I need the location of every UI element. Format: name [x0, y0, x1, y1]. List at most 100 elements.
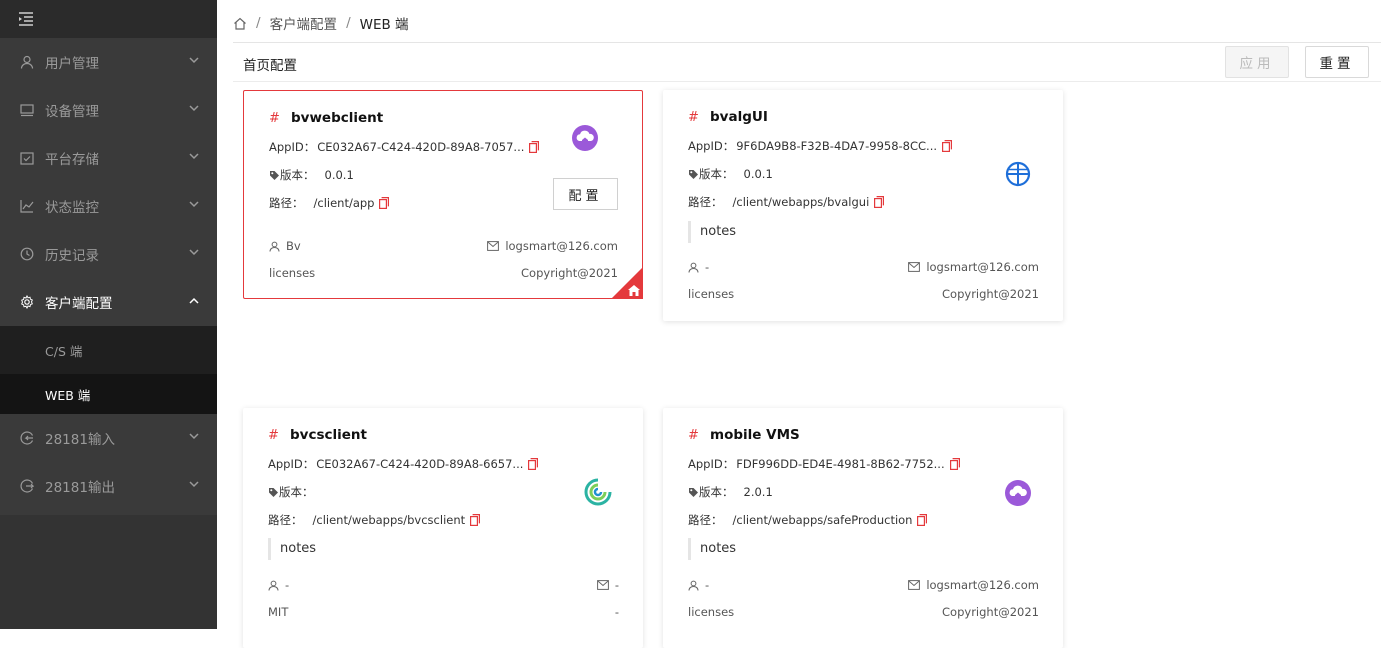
sidebar-item-user-management[interactable]: 用户管理 — [0, 38, 217, 86]
author: - — [688, 578, 709, 592]
email-value: logsmart@126.com — [926, 260, 1039, 274]
email: logsmart@126.com — [908, 578, 1039, 592]
version-row: 版本： 0.0.1 — [269, 167, 354, 183]
version-value: 0.0.1 — [743, 167, 773, 181]
appid-row: AppID： FDF996DD-ED4E-4981-8B62-7752... — [688, 456, 960, 472]
sidebar-item-label: 状态监控 — [45, 200, 99, 216]
reset-button[interactable]: 重置 — [1305, 46, 1369, 78]
sidebar-subitem-label: WEB 端 — [45, 387, 91, 403]
path-value: /client/app — [313, 196, 375, 210]
author: - — [688, 260, 709, 274]
copyright: Copyright@2021 — [942, 605, 1039, 619]
purple-cloud-home-icon — [1005, 480, 1031, 506]
hash-icon: # — [268, 428, 279, 443]
app-card[interactable]: # bvcsclient AppID： CE032A67-C424-420D-8… — [243, 408, 643, 648]
path-row: 路径： /client/webapps/bvcsclient — [268, 512, 481, 528]
hash-icon: # — [269, 111, 280, 126]
breadcrumb-level1[interactable]: 客户端配置 — [270, 13, 338, 33]
sidebar-item-28181-input[interactable]: 28181输入 — [0, 414, 217, 462]
copy-icon[interactable] — [942, 140, 953, 152]
breadcrumb-current: WEB 端 — [359, 17, 409, 33]
email-value: - — [614, 578, 619, 592]
copy-icon[interactable] — [528, 458, 539, 470]
purple-cloud-home-icon — [572, 125, 598, 151]
sidebar-item-label: 28181输入 — [45, 432, 115, 448]
notes: notes — [688, 538, 736, 560]
path-value: /client/webapps/safeProduction — [732, 513, 913, 527]
sidebar-collapse-button[interactable] — [0, 0, 217, 38]
default-home-corner-badge — [611, 267, 643, 299]
copyright: Copyright@2021 — [942, 287, 1039, 301]
breadcrumb-separator: / — [346, 15, 351, 31]
appid-label: AppID： — [269, 140, 316, 154]
license: licenses — [688, 605, 735, 619]
mail-icon — [908, 262, 921, 272]
sidebar-subitem-web[interactable]: WEB 端 — [0, 374, 217, 414]
appid-value: FDF996DD-ED4E-4981-8B62-7752... — [736, 457, 945, 471]
version-label: 版本： — [279, 485, 314, 499]
chevron-down-icon — [189, 201, 199, 208]
version-row: 版本： 0.0.1 — [688, 166, 773, 182]
sidebar-subitem-label: C/S 端 — [45, 343, 83, 359]
author-value: - — [285, 578, 290, 592]
chevron-up-icon — [189, 297, 199, 304]
copy-icon[interactable] — [379, 197, 390, 209]
home-icon[interactable] — [233, 17, 247, 30]
sidebar-item-28181-output[interactable]: 28181输出 — [0, 462, 217, 510]
version-label: 版本： — [699, 167, 734, 181]
chevron-down-icon — [189, 481, 199, 488]
tag-icon — [269, 487, 278, 497]
author-value: - — [705, 578, 710, 592]
appid-value: CE032A67-C424-420D-89A8-6657... — [316, 457, 524, 471]
sidebar-item-history[interactable]: 历史记录 — [0, 230, 217, 278]
author-value: - — [705, 260, 710, 274]
sidebar-item-status-monitor[interactable]: 状态监控 — [0, 182, 217, 230]
line-chart-icon — [20, 199, 34, 213]
copy-icon[interactable] — [874, 196, 885, 208]
chevron-down-icon — [189, 153, 199, 160]
sidebar-footer — [0, 515, 217, 629]
appid-value: CE032A67-C424-420D-89A8-7057... — [317, 140, 525, 154]
app-card[interactable]: # mobile VMS AppID： FDF996DD-ED4E-4981-8… — [663, 408, 1063, 648]
apply-button[interactable]: 应用 — [1225, 46, 1289, 78]
sidebar-item-device-management[interactable]: 设备管理 — [0, 86, 217, 134]
user-icon — [269, 241, 280, 252]
path-value: /client/webapps/bvalgui — [732, 195, 870, 209]
tag-icon — [270, 170, 279, 180]
sidebar-item-label: 用户管理 — [45, 56, 99, 72]
appid-row: AppID： CE032A67-C424-420D-89A8-6657... — [268, 456, 539, 472]
copy-icon[interactable] — [949, 458, 960, 470]
path-row: 路径： /client/webapps/safeProduction — [688, 512, 928, 528]
app-card[interactable]: # bvwebclient AppID： CE032A67-C424-420D-… — [243, 90, 643, 299]
app-card[interactable]: # bvalgUI AppID： 9F6DA9B8-F32B-4DA7-9958… — [663, 90, 1063, 321]
copy-icon[interactable] — [917, 514, 928, 526]
config-button[interactable]: 配置 — [553, 178, 618, 210]
chevron-down-icon — [189, 249, 199, 256]
appid-label: AppID： — [688, 139, 735, 153]
email-value: logsmart@126.com — [505, 239, 618, 253]
tag-icon — [689, 169, 698, 179]
sidebar-subitem-cs[interactable]: C/S 端 — [0, 326, 217, 374]
sidebar-item-label: 设备管理 — [45, 104, 99, 120]
copy-icon[interactable] — [470, 514, 481, 526]
breadcrumb-separator: / — [256, 15, 261, 31]
blue-globe-icon — [1005, 161, 1031, 187]
license: licenses — [688, 287, 735, 301]
main-content: / 客户端配置 / WEB 端 首页配置 应用 重置 # bvwebclient… — [217, 0, 1384, 648]
license: licenses — [269, 266, 316, 280]
sidebar-item-platform-storage[interactable]: 平台存储 — [0, 134, 217, 182]
license: MIT — [268, 605, 289, 619]
copy-icon[interactable] — [529, 141, 540, 153]
sidebar-item-label: 28181输出 — [45, 480, 115, 496]
email: logsmart@126.com — [908, 260, 1039, 274]
sidebar-item-label: 平台存储 — [45, 152, 99, 168]
author-value: Bv — [286, 239, 301, 253]
user-icon — [688, 262, 699, 273]
version-row: 版本： — [268, 484, 324, 500]
email-value: logsmart@126.com — [926, 578, 1039, 592]
copyright: - — [614, 605, 619, 619]
chevron-down-icon — [189, 57, 199, 64]
sidebar-item-client-config[interactable]: 客户端配置 — [0, 278, 217, 326]
appid-label: AppID： — [268, 457, 315, 471]
chevron-down-icon — [189, 433, 199, 440]
